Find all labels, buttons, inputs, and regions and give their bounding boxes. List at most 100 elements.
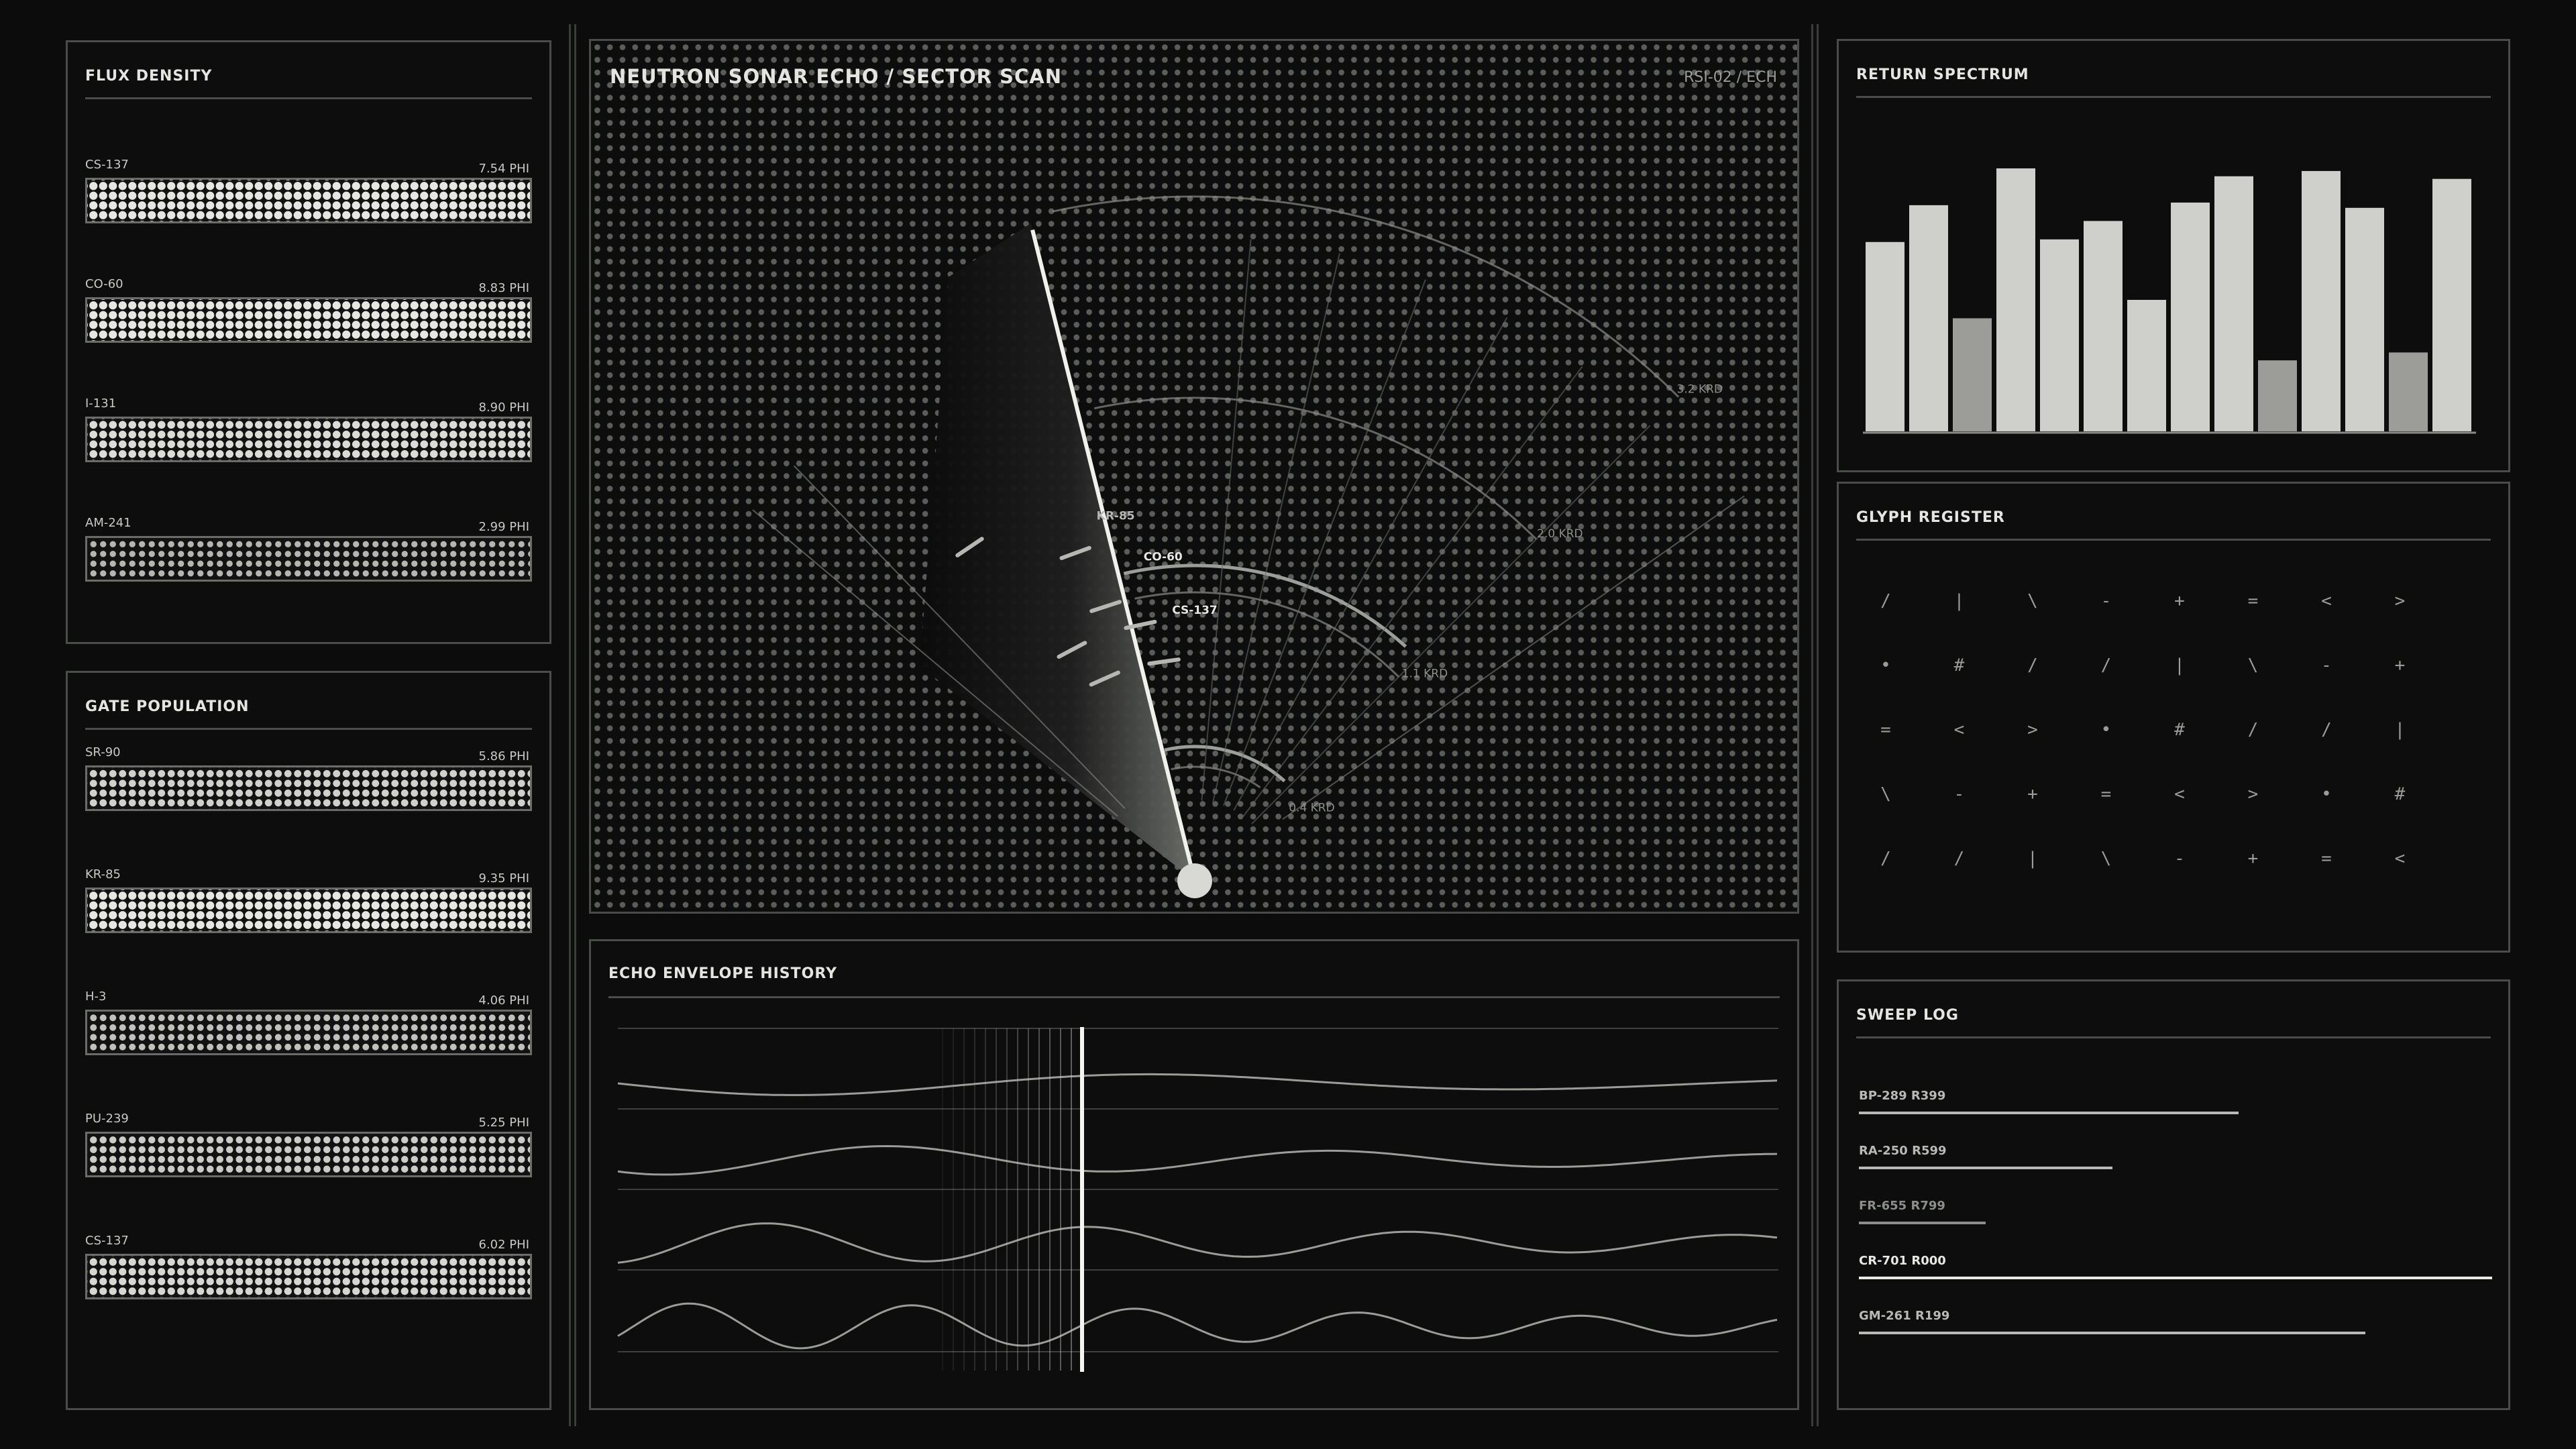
spectrum-bar <box>2432 178 2471 431</box>
glyph-cell: / <box>2321 720 2332 740</box>
glyph-cell: | <box>2174 655 2185 676</box>
gate-value-1: 9.35 PHI <box>478 871 530 885</box>
glyph-cell: > <box>2247 784 2259 804</box>
range-label: 1.1 KRD <box>1402 667 1448 681</box>
envelope-trace <box>617 1302 1778 1350</box>
flux-value-2: 8.90 PHI <box>478 400 530 415</box>
glyph-cell: / <box>1880 591 1891 611</box>
spectrum-bar <box>2171 202 2210 431</box>
glyph-register-rule <box>1856 539 2491 541</box>
sector-scan-id: RSI-02 / ECH <box>1684 69 1777 86</box>
gate-population-title: GATE POPULATION <box>85 698 250 715</box>
spectrum-bar <box>2214 176 2253 431</box>
flux-label-0: CS-137 <box>85 158 129 172</box>
sweep-log-entry-label: CR-701 R000 <box>1859 1254 1946 1268</box>
glyph-cell: < <box>2321 591 2332 611</box>
glyph-cell: - <box>2321 655 2332 676</box>
spectrum-bar <box>2345 207 2384 431</box>
glyph-cell: \ <box>2247 655 2259 676</box>
glyph-register-panel: GLYPH REGISTER / | \ - + = < > • # / / | \ - + = < > • # / / | \… <box>1837 482 2510 953</box>
flux-meter-2 <box>85 417 532 462</box>
flux-meter-0 <box>85 178 532 223</box>
glyph-cell: / <box>1953 849 1965 869</box>
glyph-cell: - <box>1953 784 1965 804</box>
sector-scan-panel: 0.4 KRD 1.1 KRD 2.0 KRD 3.2 KRD KR-85 CO-60 CS… <box>589 39 1799 914</box>
gate-label-1: KR-85 <box>85 867 121 881</box>
echo-history-panel: ECHO ENVELOPE HISTORY <box>589 939 1799 1410</box>
gate-meter-4 <box>85 1254 532 1299</box>
glyph-register-title: GLYPH REGISTER <box>1856 509 2005 526</box>
glyph-cell: = <box>1880 720 1891 740</box>
flux-label-2: I-131 <box>85 396 117 411</box>
glyph-cell: # <box>2394 784 2406 804</box>
flux-density-panel: FLUX DENSITY CS-137 7.54 PHI CO-60 8.83 PHI… <box>66 40 551 644</box>
spectrum-bar <box>1996 168 2035 431</box>
glyph-cell: > <box>2027 720 2038 740</box>
flux-label-1: CO-60 <box>85 277 123 291</box>
flux-label-3: AM-241 <box>85 516 131 530</box>
sector-scan-title: NEUTRON SONAR ECHO / SECTOR SCAN <box>610 65 1062 88</box>
envelope-trace <box>617 1073 1778 1096</box>
glyph-cell: + <box>2174 591 2185 611</box>
gate-meter-2 <box>85 1010 532 1055</box>
range-label: 3.2 KRD <box>1677 382 1723 396</box>
echo-label: CS-137 <box>1172 604 1218 617</box>
glyph-cell: • <box>2100 720 2112 740</box>
sweep-log-progress-line <box>1859 1222 1986 1224</box>
sweep-log-entry-label: GM-261 R199 <box>1859 1309 1950 1323</box>
gate-meter-0 <box>85 765 532 811</box>
glyph-cell: \ <box>2100 849 2112 869</box>
right-divider-a <box>1811 24 1813 1426</box>
flux-meter-1 <box>85 297 532 343</box>
glyph-cell: | <box>2027 849 2038 869</box>
glyph-cell: < <box>1953 720 1965 740</box>
gate-meter-1 <box>85 888 532 933</box>
sweep-log-entry-label: BP-289 R399 <box>1859 1089 1946 1103</box>
glyph-cell: + <box>2247 849 2259 869</box>
sweep-log-panel: SWEEP LOG BP-289 R399 RA-250 R599 FR-655 R… <box>1837 979 2510 1410</box>
return-spectrum-chart <box>1863 168 2476 434</box>
flux-density-title: FLUX DENSITY <box>85 68 213 85</box>
glyph-cell: # <box>1953 655 1965 676</box>
sweep-log-title: SWEEP LOG <box>1856 1007 1959 1024</box>
glyph-cell: + <box>2027 784 2038 804</box>
glyph-cell: | <box>2394 720 2406 740</box>
spectrum-bar <box>1866 241 1904 431</box>
glyph-cell: = <box>2321 849 2332 869</box>
glyph-cell: / <box>2027 655 2038 676</box>
sweep-log-entry-label: RA-250 R599 <box>1859 1144 1947 1158</box>
echo-label: CO-60 <box>1144 550 1183 564</box>
left-divider-b <box>574 24 576 1426</box>
glyph-cell: \ <box>1880 784 1891 804</box>
flux-value-0: 7.54 PHI <box>478 162 530 176</box>
flux-density-rule <box>85 97 532 99</box>
left-divider-a <box>569 24 571 1426</box>
flux-value-1: 8.83 PHI <box>478 281 530 295</box>
sweep-log-progress-line <box>1859 1167 2112 1169</box>
sweep-log-rule <box>1856 1036 2491 1038</box>
gate-label-4: CS-137 <box>85 1234 129 1248</box>
gate-population-panel: GATE POPULATION SR-90 5.86 PHI KR-85 9.35 P… <box>66 671 551 1410</box>
spectrum-bar <box>2389 352 2428 431</box>
glyph-cell: > <box>2394 591 2406 611</box>
echo-history-plot <box>617 1027 1778 1372</box>
spectrum-bar <box>2127 300 2166 431</box>
echo-label: KR-85 <box>1097 510 1135 523</box>
glyph-cell: - <box>2174 849 2185 869</box>
glyph-cell: < <box>2174 784 2185 804</box>
gate-meter-3 <box>85 1132 532 1177</box>
spectrum-bar <box>2040 239 2079 431</box>
glyph-cell: = <box>2100 784 2112 804</box>
gate-value-2: 4.06 PHI <box>478 994 530 1008</box>
gate-value-3: 5.25 PHI <box>478 1116 530 1130</box>
envelope-trace <box>617 1222 1778 1264</box>
envelope-trace <box>617 1144 1778 1176</box>
gate-population-rule <box>85 728 532 730</box>
glyph-cell: • <box>1880 655 1891 676</box>
sweep-log-progress-line <box>1859 1332 2365 1334</box>
spectrum-bar <box>2084 221 2123 431</box>
flux-meter-3 <box>85 536 532 582</box>
glyph-cell: = <box>2247 591 2259 611</box>
spectrum-bar <box>2302 170 2341 432</box>
sector-scan-display: 0.4 KRD 1.1 KRD 2.0 KRD 3.2 KRD KR-85 CO-60 CS… <box>591 41 1797 912</box>
